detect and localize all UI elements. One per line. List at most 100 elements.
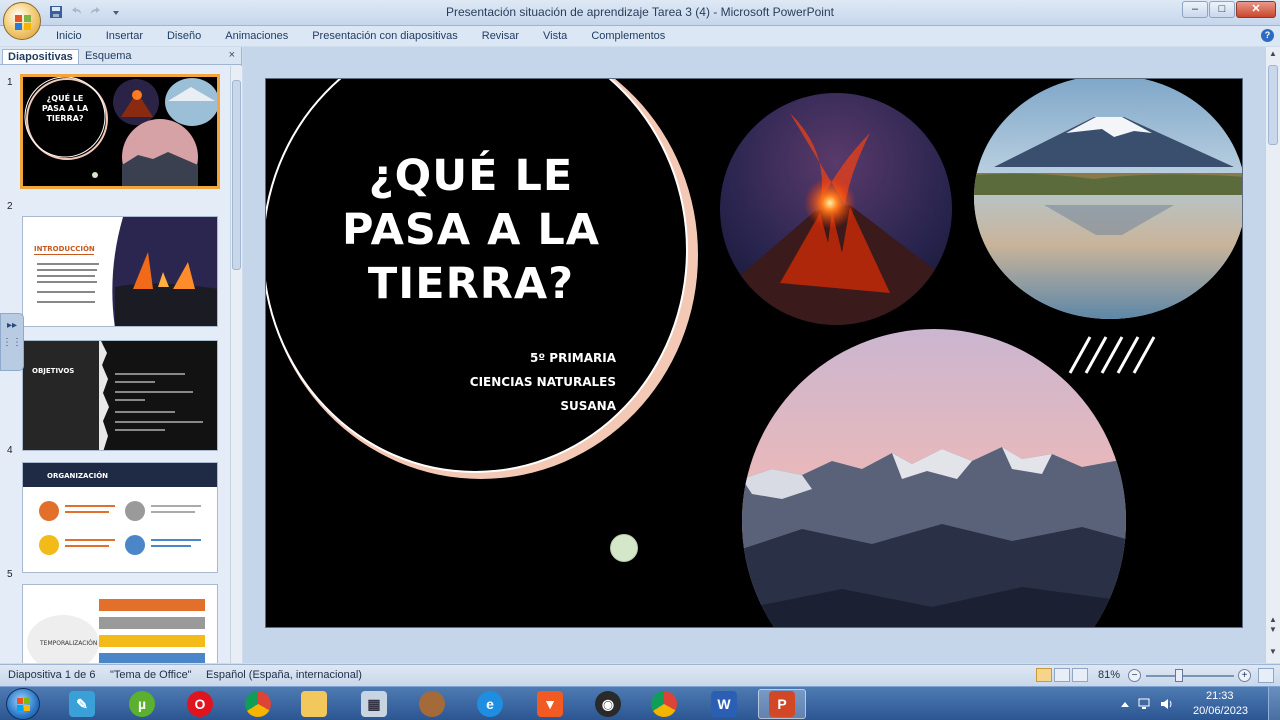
obs-icon: ◉ [595,691,621,717]
minimize-icon: – [1191,3,1199,15]
panel-scrollbar[interactable] [230,66,242,663]
maximize-button[interactable]: □ [1209,1,1235,18]
window-controls: – □ ✕ [1182,1,1276,18]
slide-sorter-view-button[interactable] [1054,668,1070,682]
app-icon [419,691,445,717]
thumbnail-2-preview: INTRODUCCIÓN [23,217,217,326]
taskbar-chrome[interactable] [234,689,282,719]
taskbar-utorrent[interactable]: µ [118,689,166,719]
title-bar: Presentación situación de aprendizaje Ta… [0,0,1280,26]
folder-icon [301,691,327,717]
view-buttons [1036,668,1088,682]
taskbar: ✎ µ O ▦ e ▼ ◉ W P 21:33 20/06/2023 [0,686,1280,720]
slide-canvas[interactable]: ¿QUÉ LE PASA A LA TIERRA? 5º PRIMARIA CI… [265,78,1243,628]
decorative-dot [610,534,638,562]
office-button[interactable] [3,2,41,40]
taskbar-obs[interactable]: ◉ [584,689,632,719]
tab-insertar[interactable]: Insertar [94,26,155,46]
taskbar-explorer[interactable] [290,689,338,719]
title-line-2: PASA A LA [342,205,600,255]
normal-view-button[interactable] [1036,668,1052,682]
tab-vista[interactable]: Vista [531,26,579,46]
thumbnail-list: 1 ¿QUÉ LE PASA A LA TIERRA? 2 INTRODUCCI… [0,66,230,663]
clock-time[interactable]: 21:33 [1206,690,1234,702]
taskbar-brave[interactable]: ▼ [526,689,574,719]
zoom-out-button[interactable]: − [1128,669,1141,682]
taskbar-calculator[interactable]: ▦ [350,689,398,719]
tab-outline[interactable]: Esquema [80,49,136,63]
taskbar-app[interactable] [408,689,456,719]
panel-tabs: Diapositivas Esquema × [0,47,241,65]
taskbar-powerpoint[interactable]: P [758,689,806,719]
close-icon: ✕ [1251,3,1261,15]
svg-text:¿QUÉ LE: ¿QUÉ LE [47,92,84,103]
show-desktop-button[interactable] [1268,687,1280,720]
editor-scroll-thumb[interactable] [1268,65,1278,145]
taskbar-word[interactable]: W [700,689,748,719]
zoom-in-button[interactable]: + [1238,669,1251,682]
panel-expander-button[interactable]: ▸▸ ⋮⋮ [0,313,24,371]
editor-vertical-scrollbar[interactable]: ▲ ▲ ▼ ▼ [1265,47,1280,663]
slide-thumbnail-3[interactable]: OBJETIVOS [22,340,218,451]
prev-slide-icon[interactable]: ▲ [1269,615,1277,624]
thumbnail-4-preview: ORGANIZACIÓN [23,463,217,572]
tab-diseno[interactable]: Diseño [155,26,213,46]
start-button[interactable] [6,688,40,720]
slide-thumbnail-2[interactable]: INTRODUCCIÓN [22,216,218,327]
chrome-icon [245,691,271,717]
thumbnail-number: 2 [7,201,13,212]
slide-editor: ¿QUÉ LE PASA A LA TIERRA? 5º PRIMARIA CI… [243,47,1265,663]
ribbon-tabs: Inicio Insertar Diseño Animaciones Prese… [44,26,677,46]
status-bar: Diapositiva 1 de 6 "Tema de Office" Espa… [0,664,1280,686]
slide-thumbnail-5[interactable]: TEMPORALIZACIÓN [22,584,218,663]
svg-text:PASA A LA: PASA A LA [42,104,89,113]
language-indicator[interactable]: Español (España, internacional) [206,669,362,681]
tab-revisar[interactable]: Revisar [470,26,531,46]
tab-complementos[interactable]: Complementos [579,26,677,46]
window-title: Presentación situación de aprendizaje Ta… [446,5,834,19]
svg-text:TIERRA?: TIERRA? [46,114,83,123]
tab-animaciones[interactable]: Animaciones [213,26,300,46]
scroll-down-icon[interactable]: ▼ [1269,647,1277,656]
help-icon[interactable]: ? [1261,29,1274,42]
zoom-slider-handle[interactable] [1175,669,1183,682]
svg-text:OBJETIVOS: OBJETIVOS [32,367,74,375]
scroll-up-icon[interactable]: ▲ [1269,49,1277,58]
next-slide-icon[interactable]: ▼ [1269,625,1277,634]
slide-title[interactable]: ¿QUÉ LE PASA A LA TIERRA? [321,149,621,311]
taskbar-notepad[interactable]: ✎ [58,689,106,719]
ribbon: Inicio Insertar Diseño Animaciones Prese… [0,26,1280,46]
volume-icon[interactable] [1160,698,1174,710]
word-icon: W [711,691,737,717]
windows-logo-icon [17,698,30,711]
slide-subtitle[interactable]: 5º PRIMARIA CIENCIAS NATURALES SUSANA [356,351,616,431]
slideshow-view-button[interactable] [1072,668,1088,682]
thumbnail-1-preview: ¿QUÉ LE PASA A LA TIERRA? [24,77,217,186]
clock-date[interactable]: 20/06/2023 [1193,705,1248,717]
zoom-slider-track[interactable] [1146,675,1234,677]
slide-thumbnail-1[interactable]: ¿QUÉ LE PASA A LA TIERRA? [20,74,220,189]
taskbar-opera[interactable]: O [176,689,224,719]
taskbar-ie[interactable]: e [466,689,514,719]
tab-presentacion[interactable]: Presentación con diapositivas [300,26,470,46]
zoom-level[interactable]: 81% [1098,669,1120,681]
taskbar-chrome-2[interactable] [640,689,688,719]
panel-close-icon[interactable]: × [229,49,235,61]
tab-slides[interactable]: Diapositivas [2,49,79,64]
brave-icon: ▼ [537,691,563,717]
volcano-image[interactable] [720,93,952,325]
tab-inicio[interactable]: Inicio [44,26,94,46]
thumbnail-number: 4 [7,445,13,456]
close-button[interactable]: ✕ [1236,1,1276,18]
slide-thumbnail-4[interactable]: ORGANIZACIÓN [22,462,218,573]
fit-to-window-button[interactable] [1258,668,1274,683]
title-line-1: ¿QUÉ LE [368,151,574,201]
office-logo-icon [15,15,31,30]
show-hidden-icons-icon[interactable] [1118,698,1132,710]
maximize-icon: □ [1218,3,1226,15]
network-icon[interactable] [1138,698,1152,710]
subtitle-author: SUSANA [560,399,616,413]
minimize-button[interactable]: – [1182,1,1208,18]
mount-fuji-image[interactable] [974,79,1242,319]
panel-scroll-thumb[interactable] [232,80,241,270]
